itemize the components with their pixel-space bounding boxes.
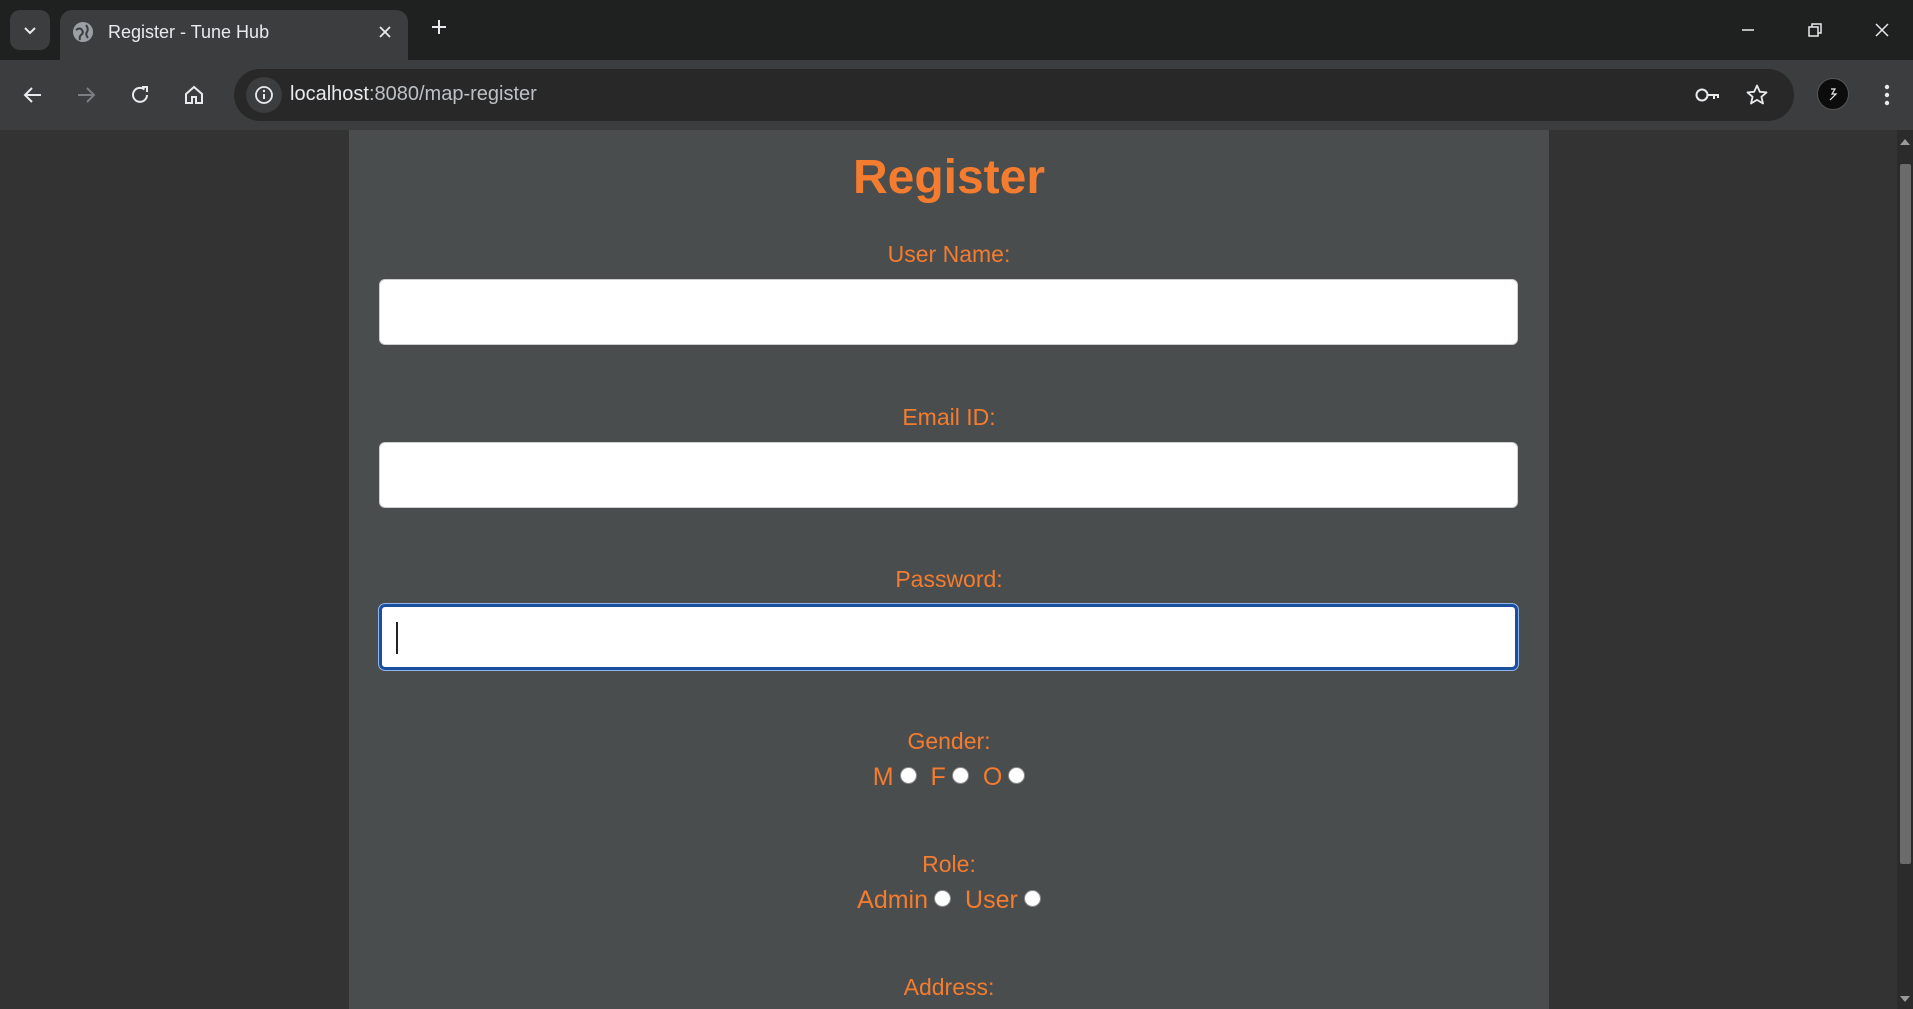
address-label: Address:: [903, 974, 995, 1000]
forward-icon: [78, 87, 96, 103]
scroll-down-arrow-icon[interactable]: [1900, 996, 1910, 1002]
kebab-menu-icon: [1884, 84, 1890, 106]
home-icon: [185, 85, 203, 104]
role-option-user-label: User: [965, 886, 1018, 914]
scrollbar-thumb[interactable]: [1900, 164, 1911, 864]
star-icon: [1746, 84, 1768, 105]
role-admin-radio[interactable]: [934, 890, 952, 907]
password-label: Password:: [895, 566, 1003, 592]
profile-button[interactable]: [1817, 78, 1849, 110]
email-input[interactable]: [379, 442, 1518, 508]
page-viewport: Register User Name: Email ID: Password: …: [0, 130, 1897, 1009]
url-path: :8080/map-register: [368, 83, 537, 105]
close-icon: [1875, 23, 1889, 37]
active-tab[interactable]: Register - Tune Hub: [60, 10, 408, 60]
tab-strip: Register - Tune Hub: [0, 0, 1913, 60]
chevron-down-icon: [24, 27, 36, 35]
role-options: Admin User: [349, 886, 1549, 915]
forward-button[interactable]: [68, 77, 104, 113]
browser-toolbar: localhost:8080/map-register: [0, 60, 1913, 130]
site-info-button[interactable]: [246, 77, 282, 113]
gender-f-radio[interactable]: [951, 767, 969, 784]
gender-options: M F O: [349, 763, 1549, 792]
email-label: Email ID:: [902, 404, 996, 430]
gender-label: Gender:: [907, 728, 991, 754]
reload-button[interactable]: [122, 77, 158, 113]
key-icon: [1695, 88, 1719, 102]
back-button[interactable]: [15, 77, 51, 113]
url-host: localhost: [290, 83, 369, 105]
register-form-panel: Register User Name: Email ID: Password: …: [349, 130, 1549, 1009]
tab-close-button[interactable]: [372, 19, 398, 45]
restore-icon: [1808, 23, 1822, 37]
address-bar[interactable]: localhost:8080/map-register: [234, 69, 1794, 121]
gender-m-radio[interactable]: [899, 767, 917, 784]
restore-button[interactable]: [1784, 0, 1846, 60]
password-key-button[interactable]: [1692, 79, 1724, 111]
browser-menu-button[interactable]: [1870, 77, 1904, 113]
scroll-up-arrow-icon[interactable]: [1900, 139, 1910, 145]
gender-o-radio[interactable]: [1008, 767, 1026, 784]
url-text[interactable]: localhost:8080/map-register: [290, 83, 537, 106]
role-user-radio[interactable]: [1023, 890, 1041, 907]
profile-icon: [1829, 88, 1838, 101]
role-label: Role:: [922, 851, 976, 877]
gender-option-m-label: M: [872, 763, 894, 791]
minimize-button[interactable]: [1717, 0, 1779, 60]
username-input[interactable]: [379, 279, 1518, 345]
role-option-admin-label: Admin: [857, 886, 929, 914]
vertical-scrollbar[interactable]: [1897, 130, 1913, 1009]
bookmark-button[interactable]: [1741, 79, 1773, 111]
tab-search-button[interactable]: [10, 10, 50, 50]
username-label: User Name:: [887, 241, 1011, 267]
minimize-icon: [1742, 29, 1754, 31]
info-icon: [255, 86, 273, 104]
gender-option-o-label: O: [982, 763, 1003, 791]
reload-icon: [132, 86, 148, 103]
gender-option-f-label: F: [930, 763, 946, 791]
globe-icon: [73, 22, 93, 42]
tab-title: Register - Tune Hub: [108, 22, 270, 42]
back-icon: [23, 87, 41, 103]
close-icon: [379, 26, 391, 38]
close-window-button[interactable]: [1851, 0, 1913, 60]
password-input[interactable]: [379, 604, 1518, 670]
plus-icon: [432, 20, 446, 34]
home-button[interactable]: [176, 77, 212, 113]
text-caret: [396, 622, 398, 654]
page-title: Register: [852, 151, 1046, 204]
new-tab-button[interactable]: [424, 12, 454, 42]
